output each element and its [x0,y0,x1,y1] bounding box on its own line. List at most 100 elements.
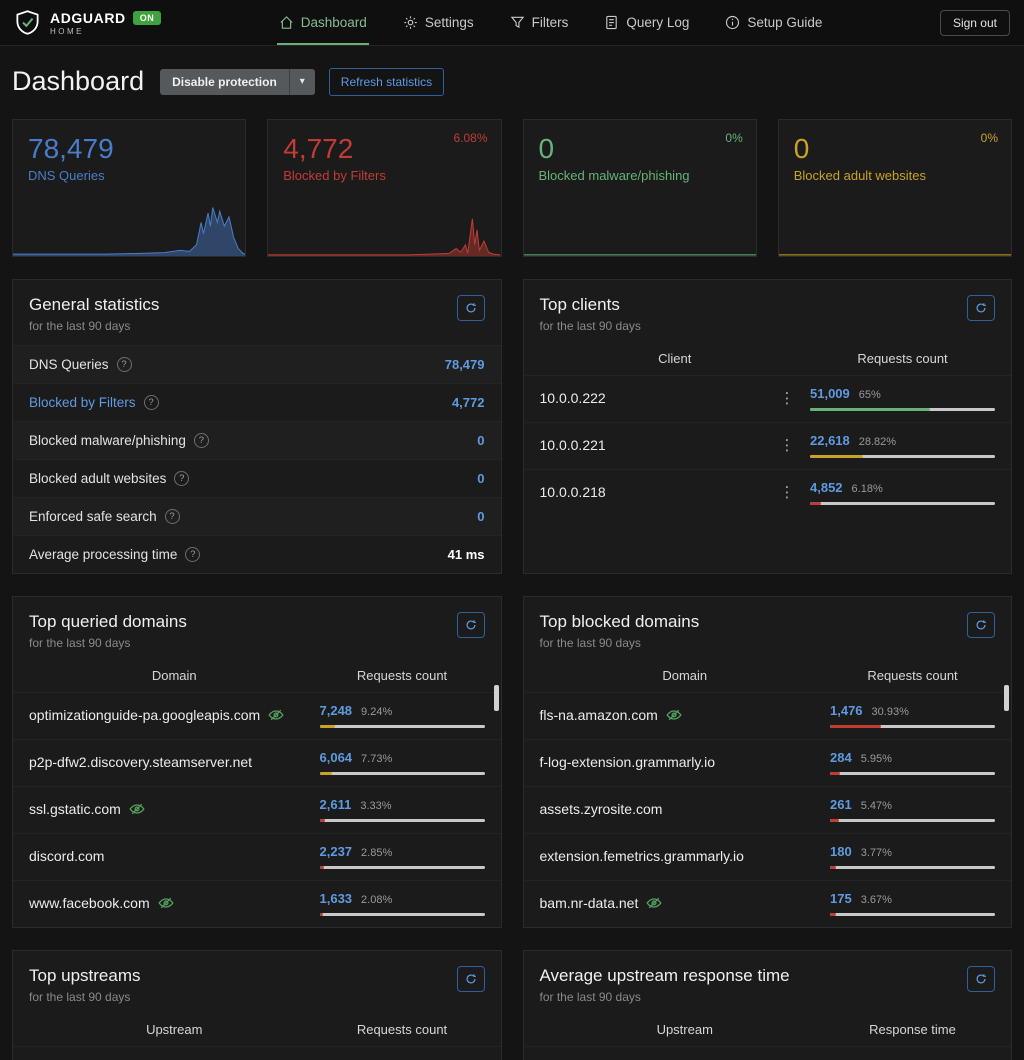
column-header-domain: Domain [151,668,197,683]
progress-bar [319,725,485,728]
column-header-requests: Requests count [356,668,448,683]
sparkline-chart [779,200,1011,256]
progress-bar [830,866,995,869]
disable-protection-button[interactable]: Disable protection [160,68,289,95]
refresh-statistics-button[interactable]: Refresh statistics [328,67,445,96]
card-title: General statistics [29,295,160,314]
kebab-menu-icon[interactable]: ⋮ [778,391,796,406]
scrollbar-thumb[interactable] [1004,685,1009,711]
nav-item-label: Query Log [626,15,690,30]
top-navbar: ADGUARD ON HOME Dashboard Settings Filters… [0,0,1024,46]
stat-row-value: 4,772 [451,395,485,410]
domain-row: www.facebook.com 1,633 2.08% [13,880,501,927]
requests-percent: 5.47% [860,800,892,812]
table-header: Upstream Requests count [13,1016,501,1046]
requests-count: 22,618 [810,433,850,448]
card-title: Average upstream response time [539,966,790,985]
scrollbar-thumb[interactable] [493,685,499,711]
eye-off-icon [666,709,682,721]
dashboard-icon [280,16,293,29]
stat-percent: 0% [725,131,743,145]
progress-bar [810,502,995,505]
sign-out-button[interactable]: Sign out [939,9,1010,36]
domain-row: p2p-dfw2.discovery.steamserver.net 6,064 7… [13,739,501,786]
help-icon[interactable]: ? [116,357,132,372]
general-stat-row: DNS Queries? 78,479 [13,345,501,383]
stat-label: DNS Queries [28,168,105,183]
column-header-requests: Requests count [867,668,958,683]
card-subtitle: for the last 90 days [29,319,131,333]
stat-card-blocked-malware-phishing: 0% 0 Blocked malware/phishing [522,119,757,257]
stat-label: Blocked by Filters [283,168,386,183]
help-icon[interactable]: ? [174,471,190,486]
card-subtitle: for the last 90 days [539,990,641,1004]
card-subtitle: for the last 90 days [539,319,641,333]
domain-row: extension.femetrics.grammarly.io 180 3.77% [523,833,1011,880]
top-clients-rows: 10.0.0.222 ⋮ 51,009 65% 10.0.0.221 ⋮ 22,618 28.… [523,375,1011,516]
nav-item-label: Settings [424,15,474,30]
refresh-card-button[interactable] [456,612,485,638]
requests-count: 1,633 [319,891,353,906]
kebab-menu-icon[interactable]: ⋮ [778,438,796,453]
refresh-card-button[interactable] [967,966,995,992]
top-upstreams-card: Top upstreams for the last 90 days Upstr… [12,950,502,1060]
eye-off-icon [129,803,145,815]
requests-count: 6,064 [319,750,353,765]
requests-count: 4,852 [810,480,843,495]
column-header-client: Client [658,351,692,366]
progress-bar [830,819,995,822]
client-address[interactable]: 10.0.0.218 [540,484,606,500]
response-row: https://dns10.quad9.net:443/dns-query124… [523,1046,1011,1060]
info-icon [726,15,740,30]
client-address[interactable]: 10.0.0.221 [540,437,606,453]
refresh-card-button[interactable] [967,612,995,638]
requests-count: 261 [830,797,852,812]
nav-item-dashboard[interactable]: Dashboard [276,0,369,45]
domain-name: assets.zyrosite.com [539,801,663,817]
card-title: Top blocked domains [539,612,700,631]
chevron-down-icon: ▾ [299,76,305,87]
requests-count: 51,009 [810,386,850,401]
nav-item-setup-guide[interactable]: Setup Guide [723,0,824,45]
refresh-icon [466,303,476,313]
top-upstreams-rows: https://dns.google:443/dns-query36,08157… [13,1046,501,1060]
general-statistics-card: General statistics for the last 90 days … [12,279,502,574]
requests-percent: 5.95% [860,753,892,765]
help-icon[interactable]: ? [164,509,180,524]
nav-item-filters[interactable]: Filters [508,0,571,45]
refresh-card-button[interactable] [456,295,485,321]
requests-count: 180 [830,844,852,859]
requests-percent: 30.93% [871,706,909,718]
help-icon[interactable]: ? [143,395,159,410]
progress-bar [319,913,485,916]
requests-percent: 3.67% [860,894,892,906]
filter-icon [510,16,524,29]
stat-row-label: DNS Queries? [29,357,132,372]
disable-protection-caret-button[interactable]: ▾ [288,68,315,95]
requests-percent: 2.85% [361,847,393,859]
help-icon[interactable]: ? [193,433,209,448]
refresh-card-button[interactable] [456,966,485,992]
eye-off-icon [158,897,174,909]
stat-card-blocked-adult-websites: 0% 0 Blocked adult websites [777,119,1012,257]
nav-item-settings[interactable]: Settings [401,0,476,45]
brand: ADGUARD ON HOME [14,0,162,45]
stat-value: 78,479 [28,133,114,164]
progress-bar [319,866,485,869]
nav-item-query-log[interactable]: Query Log [602,0,691,45]
requests-percent: 3.33% [360,800,392,812]
client-address[interactable]: 10.0.0.222 [540,390,606,406]
refresh-card-button[interactable] [967,295,995,321]
help-icon[interactable]: ? [185,547,201,562]
column-header-upstream: Upstream [656,1022,713,1037]
top-queried-domains-card: Top queried domains for the last 90 days… [12,596,502,928]
general-statistics-rows: DNS Queries? 78,479 Blocked by Filters? 4,7… [13,345,501,573]
kebab-menu-icon[interactable]: ⋮ [778,485,796,500]
refresh-icon [466,974,476,984]
refresh-icon [976,620,986,630]
shield-logo-icon [16,10,39,35]
table-header: Upstream Response time [524,1016,1012,1046]
progress-bar [830,725,995,728]
domain-row: bam.nr-data.net 175 3.67% [523,880,1011,927]
stat-row-label[interactable]: Blocked by Filters? [29,395,159,410]
